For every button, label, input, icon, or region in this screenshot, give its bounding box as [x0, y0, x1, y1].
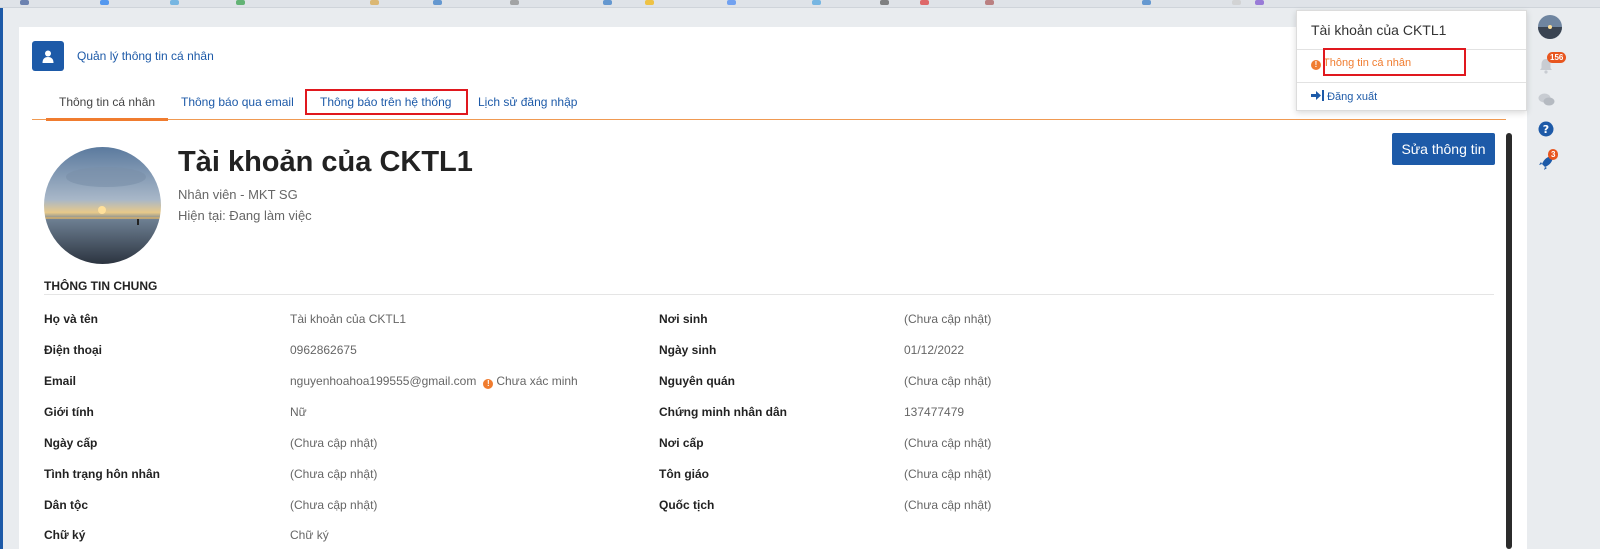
- bookmark-icon[interactable]: [236, 0, 245, 5]
- browser-bookmarks-strip: [0, 0, 1600, 8]
- field-value: 01/12/2022: [904, 343, 965, 357]
- field-label: Ngày cấp: [44, 436, 98, 450]
- dropdown-item-label: Đăng xuất: [1327, 91, 1378, 103]
- field-value: (Chưa cập nhật): [904, 498, 992, 512]
- field-value: (Chưa cập nhật): [904, 374, 992, 388]
- field-label: Dân tộc: [44, 498, 89, 512]
- field-value: Chữ ký: [290, 528, 329, 542]
- avatar: [44, 147, 161, 264]
- active-tab-indicator: [46, 118, 168, 121]
- field-value: nguyenhoahoa199555@gmail.com: [290, 374, 477, 388]
- account-dropdown: Tài khoản của CKTL1 ! Thông tin cá nhân Đ…: [1296, 10, 1527, 111]
- field-value: (Chưa cập nhật): [290, 467, 378, 481]
- svg-text:?: ?: [1543, 123, 1549, 136]
- user-icon: [32, 41, 64, 71]
- field-value: (Chưa cập nhật): [904, 312, 992, 326]
- bell-icon[interactable]: 156: [1538, 52, 1567, 77]
- tab-personal-info[interactable]: Thông tin cá nhân: [59, 95, 155, 109]
- page-title: Quản lý thông tin cá nhân: [77, 49, 214, 63]
- dropdown-divider: [1297, 82, 1526, 83]
- bookmark-icon[interactable]: [812, 0, 821, 5]
- unverified-note: Chưa xác minh: [496, 374, 578, 388]
- field-value: 137477479: [904, 405, 965, 419]
- field-value: 0962862675: [290, 343, 357, 357]
- bookmark-icon[interactable]: [1142, 0, 1151, 5]
- rocket-icon[interactable]: 3: [1538, 149, 1559, 174]
- bookmark-icon[interactable]: [645, 0, 654, 5]
- field-label: Nơi cấp: [659, 436, 704, 450]
- bookmark-icon[interactable]: [880, 0, 889, 5]
- field-label: Điện thoại: [44, 343, 103, 357]
- profile-name: Tài khoản của CKTL1: [178, 146, 473, 178]
- field-label: Tôn giáo: [659, 467, 709, 481]
- rocket-badge: 3: [1548, 149, 1559, 160]
- field-value: Tài khoản của CKTL1: [290, 312, 407, 326]
- field-value: (Chưa cập nhật): [904, 467, 992, 481]
- left-accent-bar: [0, 8, 3, 549]
- dropdown-item-logout[interactable]: Đăng xuất: [1311, 90, 1377, 103]
- tab-login-history[interactable]: Lịch sử đăng nhập: [478, 95, 577, 109]
- field-label: Họ và tên: [44, 312, 99, 326]
- info-icon: !: [1311, 60, 1321, 70]
- bookmark-icon[interactable]: [170, 0, 179, 5]
- field-label: Chữ ký: [44, 528, 86, 542]
- bookmark-icon[interactable]: [370, 0, 379, 5]
- comments-icon[interactable]: [1538, 93, 1555, 110]
- field-value: Nữ: [290, 405, 307, 419]
- section-divider: [44, 294, 1494, 295]
- user-avatar-icon[interactable]: [1538, 15, 1562, 39]
- bookmark-icon[interactable]: [603, 0, 612, 5]
- field-label: Chứng minh nhân dân: [659, 405, 788, 419]
- field-label: Giới tính: [44, 405, 94, 419]
- tab-email-notifications[interactable]: Thông báo qua email: [181, 95, 294, 109]
- field-label: Tình trạng hôn nhân: [44, 467, 160, 481]
- field-label: Email: [44, 374, 77, 388]
- question-icon[interactable]: ?: [1538, 121, 1554, 140]
- profile-tabs: Thông tin cá nhân Thông báo qua email Th…: [32, 89, 1506, 121]
- bookmark-icon[interactable]: [1255, 0, 1264, 5]
- warning-icon: !: [483, 379, 494, 389]
- bookmark-icon[interactable]: [20, 0, 29, 5]
- section-title: THÔNG TIN CHUNG: [44, 279, 158, 293]
- field-label: Quốc tịch: [659, 498, 715, 512]
- bookmark-icon[interactable]: [510, 0, 519, 5]
- field-label: Ngày sinh: [659, 343, 717, 357]
- notification-badge: 156: [1547, 52, 1567, 63]
- bookmark-icon[interactable]: [985, 0, 994, 5]
- bookmark-icon[interactable]: [727, 0, 736, 5]
- profile-role: Nhân viên - MKT SG: [178, 187, 298, 202]
- field-value: (Chưa cập nhật): [290, 498, 378, 512]
- highlight-box-profile-link: [1323, 48, 1466, 76]
- field-label: Nơi sinh: [659, 312, 708, 326]
- field-value: (Chưa cập nhật): [290, 436, 378, 450]
- bookmark-icon[interactable]: [920, 0, 929, 5]
- highlight-box-system-notifications: [305, 89, 468, 115]
- email-value-row: nguyenhoahoa199555@gmail.com! Chưa xác mi…: [290, 374, 578, 389]
- edit-info-button[interactable]: Sửa thông tin: [1392, 133, 1495, 165]
- sign-out-icon: [1311, 90, 1324, 103]
- scrollbar[interactable]: [1506, 133, 1512, 549]
- dropdown-title: Tài khoản của CKTL1: [1311, 22, 1447, 38]
- bookmark-icon[interactable]: [433, 0, 442, 5]
- field-label: Nguyên quán: [659, 374, 736, 388]
- field-value: (Chưa cập nhật): [904, 436, 992, 450]
- bookmark-icon[interactable]: [100, 0, 109, 5]
- bookmark-icon[interactable]: [1232, 0, 1241, 5]
- profile-status: Hiện tại: Đang làm việc: [178, 208, 312, 223]
